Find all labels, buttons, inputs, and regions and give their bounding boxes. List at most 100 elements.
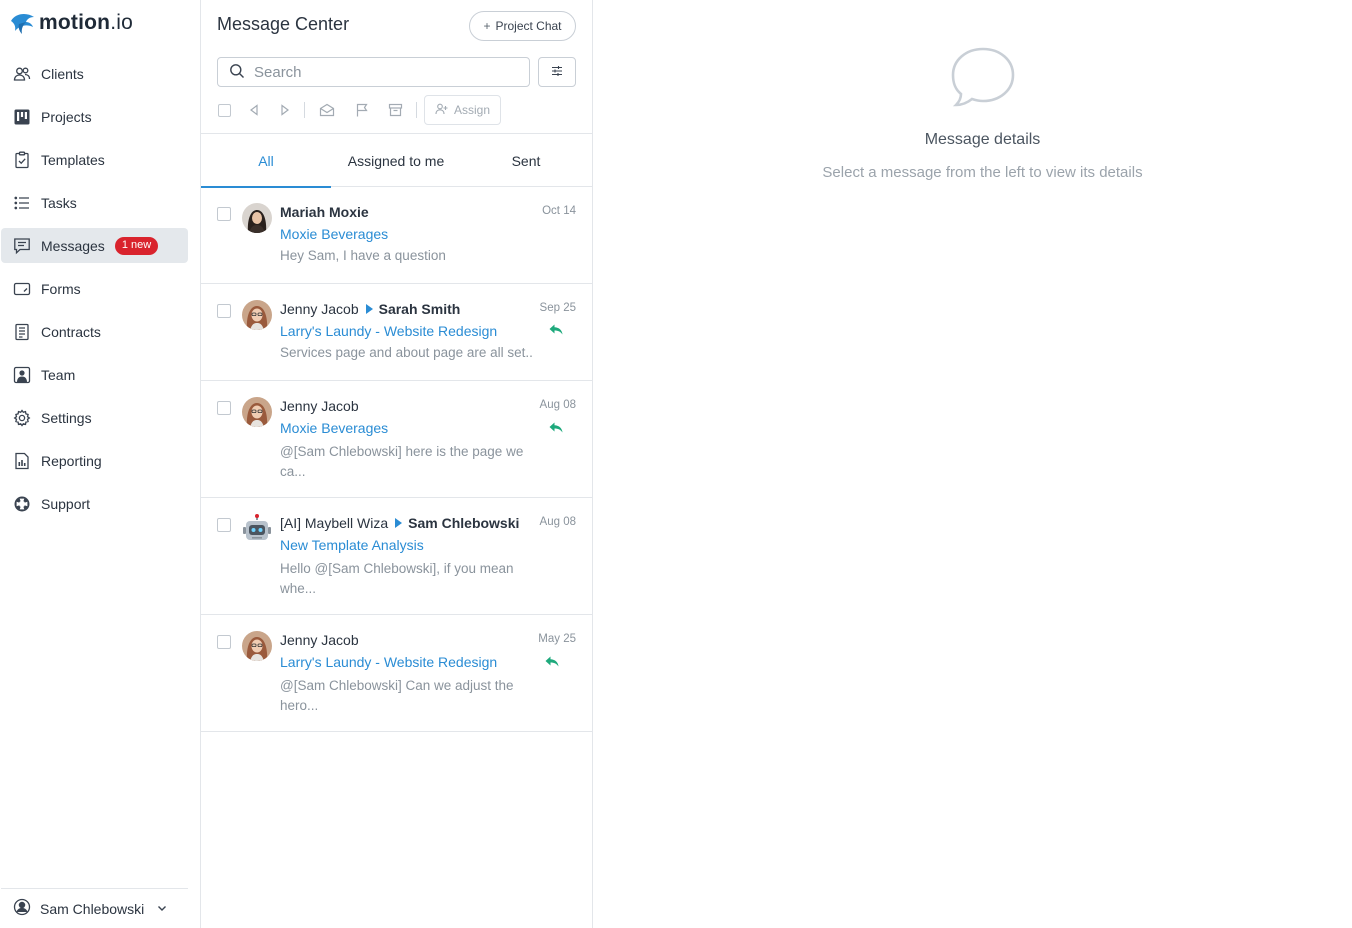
page-title: Message Center xyxy=(217,14,350,34)
message-preview: Hello @[Sam Chlebowski], if you mean whe… xyxy=(280,561,514,596)
sidebar-item-reporting[interactable]: Reporting xyxy=(1,443,188,478)
message-project-link[interactable]: Moxie Beverages xyxy=(280,420,388,436)
chevron-down-icon[interactable] xyxy=(156,901,168,917)
message-tabs: All Assigned to me Sent xyxy=(201,133,593,188)
message-item[interactable]: Jenny Jacob Sarah Smith Larry's Laundy -… xyxy=(201,284,593,381)
search-icon xyxy=(229,63,245,82)
filter-button[interactable] xyxy=(538,57,576,87)
brand-name: motion.io xyxy=(39,11,133,34)
message-item[interactable]: [AI] Maybell Wiza Sam Chlebowski New Tem… xyxy=(201,498,593,615)
message-project-link[interactable]: New Template Analysis xyxy=(280,537,424,553)
message-date: Oct 14 xyxy=(542,205,576,217)
user-avatar-icon xyxy=(13,898,31,919)
sidebar-item-label: Clients xyxy=(41,65,84,82)
lifebuoy-icon xyxy=(13,495,31,513)
mark-read-icon[interactable] xyxy=(319,95,335,125)
message-checkbox[interactable] xyxy=(217,304,231,318)
forward-arrow-icon xyxy=(395,518,403,528)
sidebar-item-label: Projects xyxy=(41,108,92,125)
message-checkbox[interactable] xyxy=(217,401,231,415)
user-menu[interactable]: Sam Chlebowski xyxy=(1,888,188,928)
message-project-link[interactable]: Moxie Beverages xyxy=(280,226,388,242)
tab-sent[interactable]: Sent xyxy=(461,134,591,187)
forward-arrow-icon xyxy=(365,304,373,314)
tab-all[interactable]: All xyxy=(201,134,331,188)
message-item[interactable]: Jenny Jacob Moxie Beverages @[Sam Chlebo… xyxy=(201,381,593,498)
sidebar: motion.io Clients Projects Templates Tas… xyxy=(0,0,201,928)
assign-button[interactable]: Assign xyxy=(424,95,501,125)
user-name: Sam Chlebowski xyxy=(40,900,145,917)
message-item[interactable]: Jenny Jacob Larry's Laundy - Website Red… xyxy=(201,615,593,732)
sidebar-item-label: Settings xyxy=(41,409,92,426)
sidebar-item-templates[interactable]: Templates xyxy=(1,142,188,177)
logo[interactable]: motion.io xyxy=(9,9,133,37)
list-icon xyxy=(13,194,31,212)
logo-icon xyxy=(11,13,34,34)
sidebar-item-label: Contracts xyxy=(41,323,101,340)
toolbar-divider xyxy=(304,102,305,118)
message-preview: Hey Sam, I have a question xyxy=(280,248,446,263)
flag-icon[interactable] xyxy=(354,95,370,125)
message-sender: Jenny Jacob xyxy=(280,398,359,414)
search-input[interactable] xyxy=(254,63,514,81)
plus-icon: + xyxy=(483,19,491,33)
message-checkbox[interactable] xyxy=(217,518,231,532)
sidebar-item-projects[interactable]: Projects xyxy=(1,99,188,134)
message-preview: @[Sam Chlebowski] Can we adjust the hero… xyxy=(280,678,514,713)
message-preview: @[Sam Chlebowski] here is the page we ca… xyxy=(280,444,524,479)
sidebar-item-contracts[interactable]: Contracts xyxy=(1,314,188,349)
replied-icon xyxy=(549,322,563,338)
search-box xyxy=(217,57,530,87)
avatar xyxy=(242,631,272,661)
message-date: May 25 xyxy=(538,633,576,645)
project-chat-button[interactable]: + Project Chat xyxy=(469,11,576,41)
sidebar-item-label: Support xyxy=(41,495,91,512)
message-date: Sep 25 xyxy=(539,302,576,314)
sliders-icon xyxy=(551,64,563,80)
robot-avatar-icon xyxy=(242,514,272,544)
message-date: Aug 08 xyxy=(539,516,576,528)
message-project-link[interactable]: Larry's Laundy - Website Redesign xyxy=(280,323,497,339)
detail-subtitle: Select a message from the left to view i… xyxy=(822,164,1143,181)
team-icon xyxy=(13,366,31,384)
previous-icon[interactable] xyxy=(247,95,261,125)
message-date: Aug 08 xyxy=(539,399,576,411)
sidebar-item-label: Reporting xyxy=(41,452,102,469)
sidebar-item-clients[interactable]: Clients xyxy=(1,56,188,91)
next-icon[interactable] xyxy=(278,95,292,125)
sidebar-item-label: Templates xyxy=(41,151,105,168)
message-project-link[interactable]: Larry's Laundy - Website Redesign xyxy=(280,654,497,670)
sidebar-item-support[interactable]: Support xyxy=(1,486,188,521)
sidebar-item-settings[interactable]: Settings xyxy=(1,400,188,435)
select-all-checkbox[interactable] xyxy=(217,95,231,125)
sidebar-item-forms[interactable]: Forms xyxy=(1,271,188,306)
sidebar-item-messages[interactable]: Messages 1 new xyxy=(1,228,188,263)
tab-assigned-to-me[interactable]: Assigned to me xyxy=(331,134,461,187)
document-icon xyxy=(13,323,31,341)
clipboard-check-icon xyxy=(13,151,31,169)
sidebar-item-team[interactable]: Team xyxy=(1,357,188,392)
message-sender: Mariah Moxie xyxy=(280,204,369,220)
message-checkbox[interactable] xyxy=(217,207,231,221)
detail-title: Message details xyxy=(924,131,1041,148)
report-icon xyxy=(13,452,31,470)
archive-icon[interactable] xyxy=(387,95,403,125)
add-user-icon xyxy=(435,103,448,118)
message-checkbox[interactable] xyxy=(217,635,231,649)
new-messages-badge: 1 new xyxy=(114,236,159,255)
message-center: Message Center + Project Chat Search Ass… xyxy=(201,0,593,928)
avatar xyxy=(242,300,272,330)
speech-bubble-icon xyxy=(949,46,1017,111)
kanban-icon xyxy=(13,108,31,126)
sidebar-item-label: Tasks xyxy=(41,194,77,211)
sidebar-item-label: Team xyxy=(41,366,76,383)
message-sender: Jenny Jacob xyxy=(280,632,359,648)
message-toolbar: Assign xyxy=(217,95,577,125)
sidebar-nav: Clients Projects Templates Tasks Message… xyxy=(0,56,201,529)
sidebar-item-tasks[interactable]: Tasks xyxy=(1,185,188,220)
sidebar-item-label: Forms xyxy=(41,280,81,297)
avatar xyxy=(242,203,272,233)
users-icon xyxy=(13,65,31,83)
message-icon xyxy=(13,237,31,255)
message-item[interactable]: Mariah Moxie Moxie Beverages Hey Sam, I … xyxy=(201,187,593,284)
